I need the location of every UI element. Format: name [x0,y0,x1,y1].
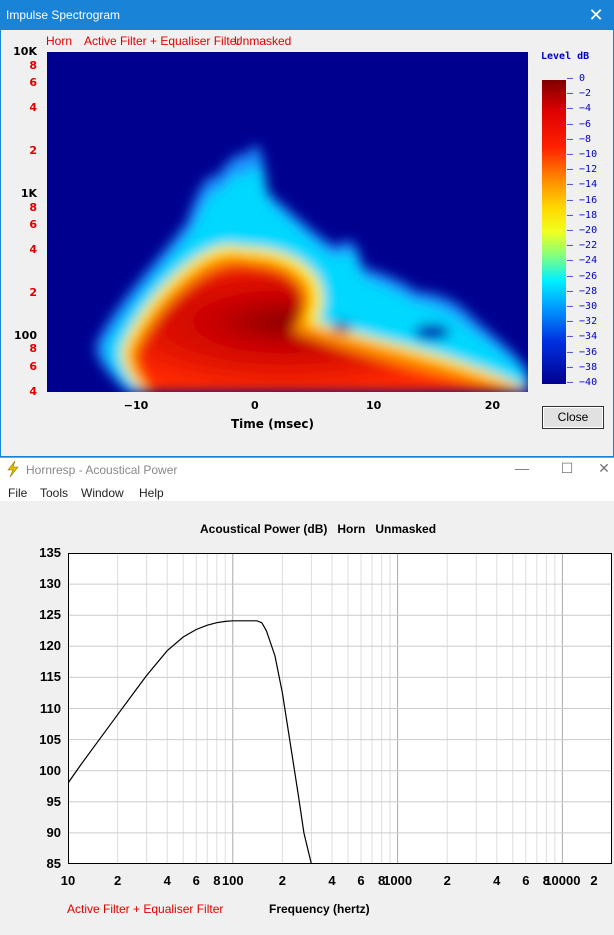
menu-file[interactable]: File [8,486,27,500]
power-footer-label: Active Filter + Equaliser Filter [67,902,224,916]
colorbar-header: Level dB [541,51,590,62]
spectrogram-y-tick: 8 [29,58,37,72]
spectrogram-y-tick: 6 [29,76,37,90]
spectrogram-y-tick: 2 [29,144,37,158]
maximize-icon[interactable]: ☐ [552,460,582,477]
power-y-tick: 115 [40,669,61,685]
colorbar-tick: – −16 [567,194,598,206]
menu-help[interactable]: Help [139,486,164,500]
spectrogram-titlebar[interactable]: Impulse Spectrogram ✕ [1,1,613,30]
close-button[interactable]: Close [542,406,604,429]
power-chart-title: Acoustical Power (dB) Horn Unmasked [200,522,437,536]
power-chart-area: Acoustical Power (dB) Horn Unmasked 135 1… [0,501,614,935]
colorbar-tick: – −14 [567,179,598,191]
colorbar-tick: – −26 [567,270,598,282]
spectrogram-y-tick: 4 [29,385,37,398]
colorbar-tick: – −2 [567,88,592,100]
power-y-tick: 100 [39,762,61,778]
colorbar-tick: – −38 [567,361,598,373]
spectrogram-y-tick: 6 [29,360,37,374]
spectrogram-y-tick: 2 [29,285,37,299]
spectrogram-y-tick: 1K [20,186,37,200]
colorbar-tick: – 0 [567,73,586,84]
colorbar-tick: – −28 [567,285,598,297]
spectrogram-x-label: Time (msec) [231,417,314,431]
power-y-tick: 135 [39,545,61,560]
power-y-tick: 90 [46,824,61,840]
power-x-tick: 2 [113,873,122,888]
colorbar-tick: – −36 [567,346,598,358]
power-y-tick: 110 [40,700,61,716]
spectrogram-y-tick: 6 [29,218,37,232]
spectrogram-y-tick: 100 [14,328,37,342]
spectrogram-x-tick: 10 [365,399,382,412]
spectrogram-y-tick: 4 [29,243,37,257]
colorbar-tick: – −10 [567,149,598,160]
colorbar-tick: – −8 [567,133,592,145]
spectrogram-y-tick: 10K [13,45,37,58]
spectrogram-y-tick: 8 [29,200,37,214]
power-y-tick: 85 [46,856,61,871]
colorbar-tick: – −30 [567,301,598,312]
colorbar-tick: – −20 [567,225,598,236]
acoustical-power-window: Hornresp - Acoustical Power — ☐ ✕ File T… [0,457,614,935]
colorbar-tick: – −22 [567,240,598,252]
power-x-tick: 2 [443,873,451,888]
power-x-tick: 1000 [383,873,413,888]
power-x-tick: 100 [221,873,244,888]
label-filter: Active Filter + Equaliser Filter [84,34,241,48]
colorbar-tick: – −4 [567,103,592,115]
spectrogram-window-title: Impulse Spectrogram [6,8,121,22]
power-window-title: Hornresp - Acoustical Power [26,463,178,477]
colorbar-tick: – −32 [567,316,598,328]
label-horn: Horn [46,34,73,48]
power-y-tick: 95 [46,793,61,809]
spectrogram-y-tick: 4 [29,101,37,115]
power-y-tick: 130 [39,576,61,592]
power-x-label: Frequency (hertz) [269,902,370,916]
spectrogram-y-tick: 8 [29,342,37,356]
colorbar-tick: – −6 [567,118,592,130]
lightning-icon [6,460,20,480]
power-x-tick: 2 [278,873,286,888]
colorbar-tick: – −12 [567,164,598,176]
menu-window[interactable]: Window [81,486,124,500]
close-icon[interactable]: ✕ [594,460,614,477]
colorbar-tick: – −34 [567,331,598,343]
power-x-tick: 2 [590,873,598,888]
power-x-tick: 10 [60,873,76,888]
spectrogram-x-tick: −10 [123,399,149,412]
label-unmasked: Unmasked [234,34,292,48]
spectrogram-heatmap [47,52,528,392]
colorbar-tick: – −40 [567,377,598,388]
colorbar-tick: – −24 [567,255,598,267]
power-y-tick: 125 [39,607,61,623]
power-y-tick: 105 [39,731,61,747]
impulse-spectrogram-window: Impulse Spectrogram ✕ Horn Active Filter… [0,0,614,457]
power-y-tick: 120 [39,638,61,654]
menu-tools[interactable]: Tools [40,486,68,500]
colorbar [542,80,566,384]
minimize-icon[interactable]: — [507,460,537,476]
close-icon[interactable]: ✕ [585,4,607,26]
spectrogram-x-tick: 20 [484,399,501,412]
power-plot [68,553,612,864]
colorbar-tick: – −18 [567,209,598,221]
spectrogram-x-tick: 0 [251,399,259,412]
